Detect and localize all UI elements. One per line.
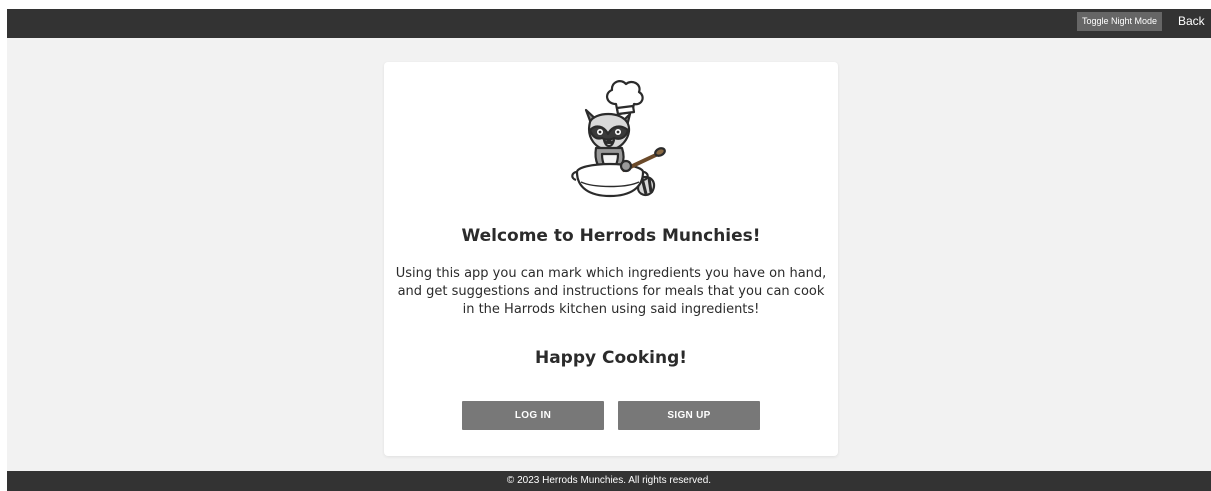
raccoon-chef-icon [571, 80, 666, 198]
welcome-card: Welcome to Herrods Munchies! Using this … [384, 62, 838, 456]
toggle-night-mode-button[interactable]: Toggle Night Mode [1077, 12, 1163, 31]
welcome-description: Using this app you can mark which ingred… [395, 266, 827, 317]
happy-cooking-heading: Happy Cooking! [534, 348, 688, 368]
welcome-title: Welcome to Herrods Munchies! [461, 226, 761, 246]
signup-button[interactable]: SIGN UP [618, 401, 760, 430]
app-frame: Toggle Night Mode Back Welcome to Herrod… [7, 9, 1211, 491]
footer: © 2023 Herrods Munchies. All rights rese… [7, 471, 1211, 491]
login-button[interactable]: LOG IN [462, 401, 604, 430]
back-link[interactable]: Back [1178, 13, 1205, 29]
copyright-text: © 2023 Herrods Munchies. All rights rese… [506, 475, 712, 486]
top-nav-bar: Toggle Night Mode Back [7, 9, 1211, 38]
